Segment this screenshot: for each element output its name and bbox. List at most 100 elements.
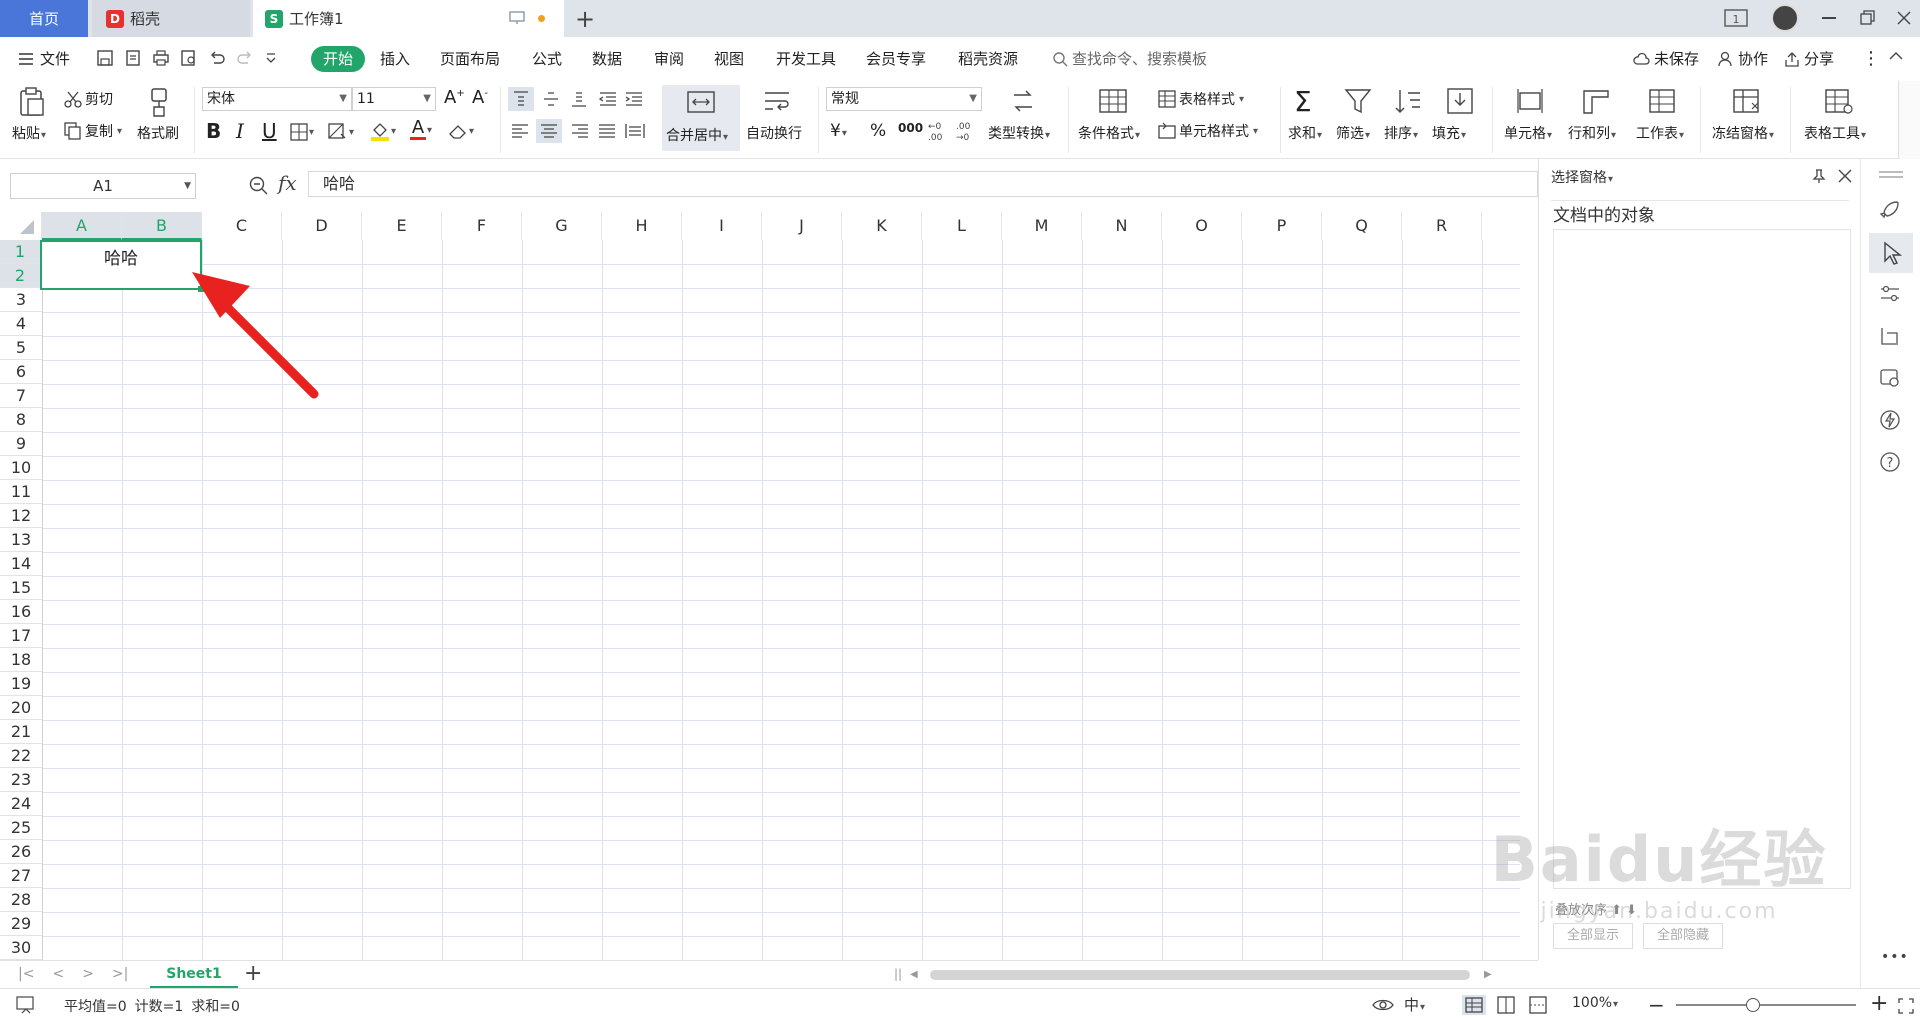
table-style-button[interactable]: 表格样式 ▾ <box>1158 89 1244 109</box>
decrease-indent-icon[interactable] <box>594 87 620 111</box>
paste-button[interactable]: 粘贴▾ <box>12 123 46 143</box>
page-layout-view-icon[interactable] <box>1494 995 1518 1015</box>
column-header-p[interactable]: P <box>1242 212 1322 240</box>
reorder-control[interactable]: 叠放次序 ⬆ ⬇ <box>1555 899 1637 918</box>
merge-center-button[interactable]: 合并居中▾ <box>662 85 740 151</box>
column-header-r[interactable]: R <box>1402 212 1482 240</box>
row-col-icon[interactable] <box>1582 87 1610 115</box>
row-header-17[interactable]: 17 <box>0 624 42 648</box>
number-format-select[interactable]: 常规 ▼ <box>826 87 982 111</box>
input-method-icon[interactable]: 中▾ <box>1404 994 1425 1015</box>
row-header-26[interactable]: 26 <box>0 840 42 864</box>
zoom-level-dropdown[interactable]: 100%▾ <box>1572 995 1618 1011</box>
tab-daoke[interactable]: D 稻壳 <box>92 0 250 37</box>
align-bottom-icon[interactable] <box>566 87 592 111</box>
row-header-12[interactable]: 12 <box>0 504 42 528</box>
cell-button[interactable]: 单元格▾ <box>1504 123 1552 143</box>
column-header-g[interactable]: G <box>522 212 602 240</box>
cond-format-button[interactable]: 条件格式▾ <box>1078 123 1140 143</box>
copy-button[interactable]: 复制 ▾ <box>64 121 122 141</box>
prev-sheet-icon[interactable]: < <box>52 966 64 982</box>
print-icon[interactable] <box>152 49 170 67</box>
menu-data[interactable]: 数据 <box>592 46 622 72</box>
tab-home[interactable]: 首页 <box>0 0 88 37</box>
column-header-e[interactable]: E <box>362 212 442 240</box>
decrease-font-icon[interactable]: A- <box>472 87 488 108</box>
row-header-7[interactable]: 7 <box>0 384 42 408</box>
tab-workbook[interactable]: S 工作簿1 <box>253 0 564 37</box>
selection-pane-title[interactable]: 选择窗格▾ <box>1551 167 1613 187</box>
undo-icon[interactable] <box>208 49 226 67</box>
row-header-19[interactable]: 19 <box>0 672 42 696</box>
paste-icon[interactable] <box>16 87 46 117</box>
column-header-f[interactable]: F <box>442 212 522 240</box>
row-header-8[interactable]: 8 <box>0 408 42 432</box>
type-convert-icon[interactable] <box>1008 87 1038 115</box>
fill-button[interactable]: 填充▾ <box>1432 123 1466 143</box>
selection-cursor-tab[interactable] <box>1869 233 1913 273</box>
print-preview-icon[interactable] <box>180 49 198 67</box>
menu-view[interactable]: 视图 <box>714 46 744 72</box>
percent-button[interactable]: % <box>870 121 886 141</box>
select-all-corner[interactable] <box>0 212 42 240</box>
help-icon[interactable]: ? <box>1879 451 1901 473</box>
macro-record-icon[interactable] <box>16 996 36 1014</box>
column-header-o[interactable]: O <box>1162 212 1242 240</box>
command-search[interactable]: 查找命令、搜索模板 <box>1052 46 1207 72</box>
save-icon[interactable] <box>96 49 114 67</box>
type-convert-button[interactable]: 类型转换▾ <box>988 123 1050 143</box>
rocket-icon[interactable] <box>1879 199 1901 221</box>
row-header-14[interactable]: 14 <box>0 552 42 576</box>
filter-icon[interactable] <box>1344 87 1372 115</box>
row-header-3[interactable]: 3 <box>0 288 42 312</box>
row-header-16[interactable]: 16 <box>0 600 42 624</box>
row-header-30[interactable]: 30 <box>0 936 42 960</box>
wrap-text-button[interactable]: 自动换行 <box>746 123 802 143</box>
zoom-out-icon[interactable]: − <box>1648 993 1665 1017</box>
row-header-5[interactable]: 5 <box>0 336 42 360</box>
align-right-icon[interactable] <box>566 119 592 143</box>
collapse-ribbon-icon[interactable] <box>1888 51 1904 61</box>
ribbon-scroll-right[interactable] <box>1898 81 1920 159</box>
fullscreen-icon[interactable] <box>1898 998 1914 1014</box>
format-painter-button[interactable]: 格式刷 <box>137 123 179 143</box>
filter-button[interactable]: 筛选▾ <box>1336 123 1370 143</box>
row-header-2[interactable]: 2 <box>0 264 42 288</box>
currency-button[interactable]: ¥▾ <box>830 121 847 141</box>
align-middle-icon[interactable] <box>538 87 564 111</box>
column-header-k[interactable]: K <box>842 212 922 240</box>
increase-font-icon[interactable]: A+ <box>444 87 465 108</box>
fill-icon[interactable] <box>1446 87 1474 115</box>
show-all-button[interactable]: 全部显示 <box>1553 923 1633 949</box>
column-header-q[interactable]: Q <box>1322 212 1402 240</box>
row-header-10[interactable]: 10 <box>0 456 42 480</box>
scroll-left-icon[interactable]: ◀ <box>910 969 918 980</box>
hide-all-button[interactable]: 全部隐藏 <box>1643 923 1723 949</box>
zoom-slider[interactable] <box>1676 1004 1856 1006</box>
wrap-text-icon[interactable] <box>762 89 792 115</box>
menu-page-layout[interactable]: 页面布局 <box>440 46 500 72</box>
menu-formula[interactable]: 公式 <box>532 46 562 72</box>
zoom-in-icon[interactable]: + <box>1870 991 1888 1016</box>
row-header-29[interactable]: 29 <box>0 912 42 936</box>
pin-icon[interactable] <box>1811 168 1827 184</box>
justify-icon[interactable] <box>594 119 620 143</box>
menu-start[interactable]: 开始 <box>311 46 366 72</box>
adjust-sliders-icon[interactable] <box>1879 283 1901 305</box>
column-header-j[interactable]: J <box>762 212 842 240</box>
cell-style-button[interactable]: 单元格样式 ▾ <box>1158 121 1258 141</box>
column-header-h[interactable]: H <box>602 212 682 240</box>
monitor-icon[interactable] <box>509 11 525 25</box>
spreadsheet-grid[interactable]: ABCDEFGHIJKLMNOPQR 1 2 3 4 5 6 7 8 9 10 11 12 13 14 15… <box>0 204 1520 960</box>
page-break-view-icon[interactable] <box>1526 995 1550 1015</box>
redo-icon[interactable] <box>236 49 254 67</box>
menu-insert[interactable]: 插入 <box>380 46 410 72</box>
column-header-b[interactable]: B <box>122 212 202 240</box>
quick-access-dropdown-icon[interactable] <box>264 49 278 67</box>
font-size-select[interactable]: 11 ▼ <box>352 87 436 111</box>
menu-review[interactable]: 审阅 <box>654 46 684 72</box>
scroll-right-icon[interactable]: ▶ <box>1484 969 1492 980</box>
name-box[interactable]: A1 ▼ <box>10 173 196 199</box>
formula-input[interactable]: 哈哈 <box>308 171 1538 197</box>
column-header-i[interactable]: I <box>682 212 762 240</box>
